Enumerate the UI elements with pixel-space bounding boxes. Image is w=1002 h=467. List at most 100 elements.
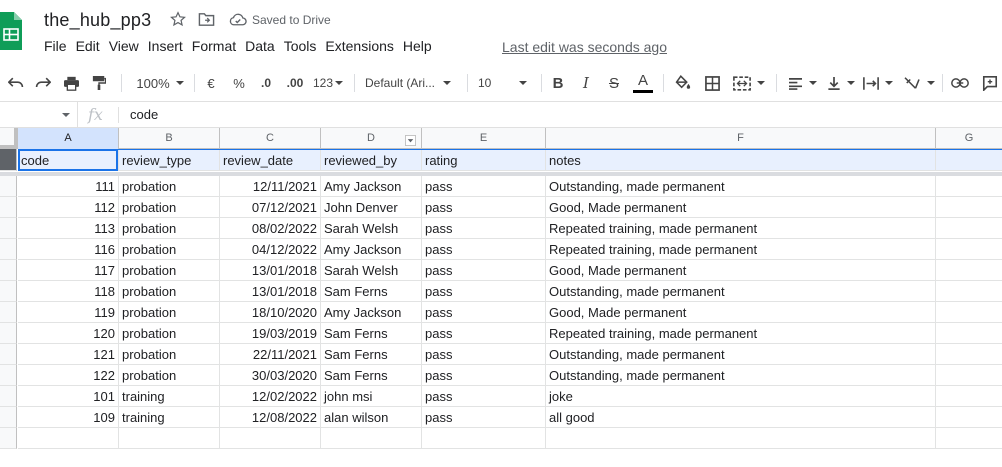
font-family-select[interactable]: Default (Ari... [365,72,461,94]
text-wrapping-icon[interactable] [862,72,894,94]
cell-code[interactable]: 120 [18,323,119,344]
cell-code[interactable]: 122 [18,365,119,386]
cell-rating[interactable] [422,428,546,449]
cell-review-date[interactable]: 12/02/2022 [220,386,321,407]
cell-reviewed-by[interactable]: John Denver [321,197,422,218]
column-header-g[interactable]: G [936,128,1002,149]
cell-reviewed-by[interactable]: Sam Ferns [321,281,422,302]
cell-rating[interactable]: pass [422,386,546,407]
cell-g[interactable] [936,323,1002,344]
cell-rating[interactable]: pass [422,197,546,218]
formula-input[interactable]: code [130,107,158,122]
cell-code[interactable]: 113 [18,218,119,239]
cell-g[interactable] [936,428,1002,449]
row-header[interactable] [0,428,17,449]
decrease-decimal-button[interactable]: .0 [256,72,276,94]
cell-review-date[interactable] [220,428,321,449]
cell-reviewed-by[interactable]: Sam Ferns [321,344,422,365]
cell-g[interactable] [936,176,1002,197]
cell-review-type[interactable]: probation [119,197,220,218]
cell-review-date[interactable]: 22/11/2021 [220,344,321,365]
star-icon[interactable] [170,11,186,32]
menu-insert[interactable]: Insert [148,38,192,54]
cell-code[interactable]: 118 [18,281,119,302]
cell-review-date[interactable]: 18/10/2020 [220,302,321,323]
cell-notes[interactable]: Repeated training, made permanent [546,323,936,344]
cell-review-date[interactable]: 13/01/2018 [220,260,321,281]
menu-data[interactable]: Data [245,38,284,54]
redo-icon[interactable] [33,72,53,94]
cell-rating[interactable]: pass [422,281,546,302]
text-color-button[interactable]: A [632,72,654,94]
borders-icon[interactable] [702,72,722,94]
document-title[interactable]: the_hub_pp3 [44,10,151,31]
cell-code[interactable]: 111 [18,176,119,197]
menu-help[interactable]: Help [403,38,441,54]
cell-notes[interactable]: Outstanding, made permanent [546,344,936,365]
cell-review-date[interactable]: 30/03/2020 [220,365,321,386]
zoom-select[interactable]: 100% [132,72,188,94]
sheets-logo-icon[interactable] [0,12,22,50]
number-format-select[interactable]: 123 [311,72,345,94]
cell-rating[interactable]: pass [422,218,546,239]
cell-notes[interactable]: Outstanding, made permanent [546,365,936,386]
cell-code[interactable]: 112 [18,197,119,218]
cell-code[interactable]: 117 [18,260,119,281]
cell-g[interactable] [936,302,1002,323]
cell-notes[interactable]: Good, Made permanent [546,197,936,218]
row-header[interactable] [0,386,17,407]
cell-rating[interactable]: pass [422,302,546,323]
cell-review-type[interactable]: probation [119,260,220,281]
cell-review-date[interactable]: 07/12/2021 [220,197,321,218]
cell-review-type[interactable]: probation [119,302,220,323]
menu-file[interactable]: File [44,38,76,54]
cell-g[interactable] [936,197,1002,218]
cell-code[interactable]: 101 [18,386,119,407]
column-header-a[interactable]: A [18,128,119,149]
cell-review-date[interactable]: 19/03/2019 [220,323,321,344]
cell-review-type[interactable] [119,428,220,449]
cell-notes[interactable]: Good, Made permanent [546,302,936,323]
cell-notes[interactable]: Outstanding, made permanent [546,176,936,197]
cell-review-type[interactable]: probation [119,239,220,260]
cell-review-type[interactable]: probation [119,176,220,197]
cell-g[interactable] [936,365,1002,386]
column-header-e[interactable]: E [422,128,546,149]
cell-rating[interactable]: pass [422,239,546,260]
cell-g[interactable] [936,281,1002,302]
cell-review-date[interactable]: 13/01/2018 [220,281,321,302]
column-header-f[interactable]: F [546,128,936,149]
cell-g[interactable] [936,386,1002,407]
cell-review-type[interactable]: training [119,407,220,428]
cell-reviewed-by[interactable]: Sarah Welsh [321,218,422,239]
cell-review-type[interactable]: probation [119,323,220,344]
header-cell-reviewed-by[interactable]: reviewed_by [321,150,422,171]
cell-code[interactable] [18,428,119,449]
row-header[interactable] [0,302,17,323]
header-cell-code[interactable]: code [18,150,119,171]
header-cell-g[interactable] [936,150,1002,171]
cell-notes[interactable] [546,428,936,449]
cell-reviewed-by[interactable]: alan wilson [321,407,422,428]
cell-code[interactable]: 109 [18,407,119,428]
cell-g[interactable] [936,407,1002,428]
cell-reviewed-by[interactable] [321,428,422,449]
vertical-align-icon[interactable] [826,72,856,94]
cell-review-date[interactable]: 12/11/2021 [220,176,321,197]
cell-reviewed-by[interactable]: Sarah Welsh [321,260,422,281]
select-all-corner[interactable] [0,128,18,149]
cell-rating[interactable]: pass [422,260,546,281]
row-header[interactable] [0,365,17,386]
cell-g[interactable] [936,344,1002,365]
italic-button[interactable]: I [577,72,595,94]
cell-review-date[interactable]: 04/12/2022 [220,239,321,260]
header-cell-rating[interactable]: rating [422,150,546,171]
row-header[interactable] [0,197,17,218]
menu-view[interactable]: View [109,38,148,54]
menu-tools[interactable]: Tools [284,38,326,54]
cell-notes[interactable]: Repeated training, made permanent [546,218,936,239]
paint-format-icon[interactable] [89,72,109,94]
cell-notes[interactable]: Repeated training, made permanent [546,239,936,260]
row-header[interactable] [0,176,17,197]
header-cell-review-type[interactable]: review_type [119,150,220,171]
